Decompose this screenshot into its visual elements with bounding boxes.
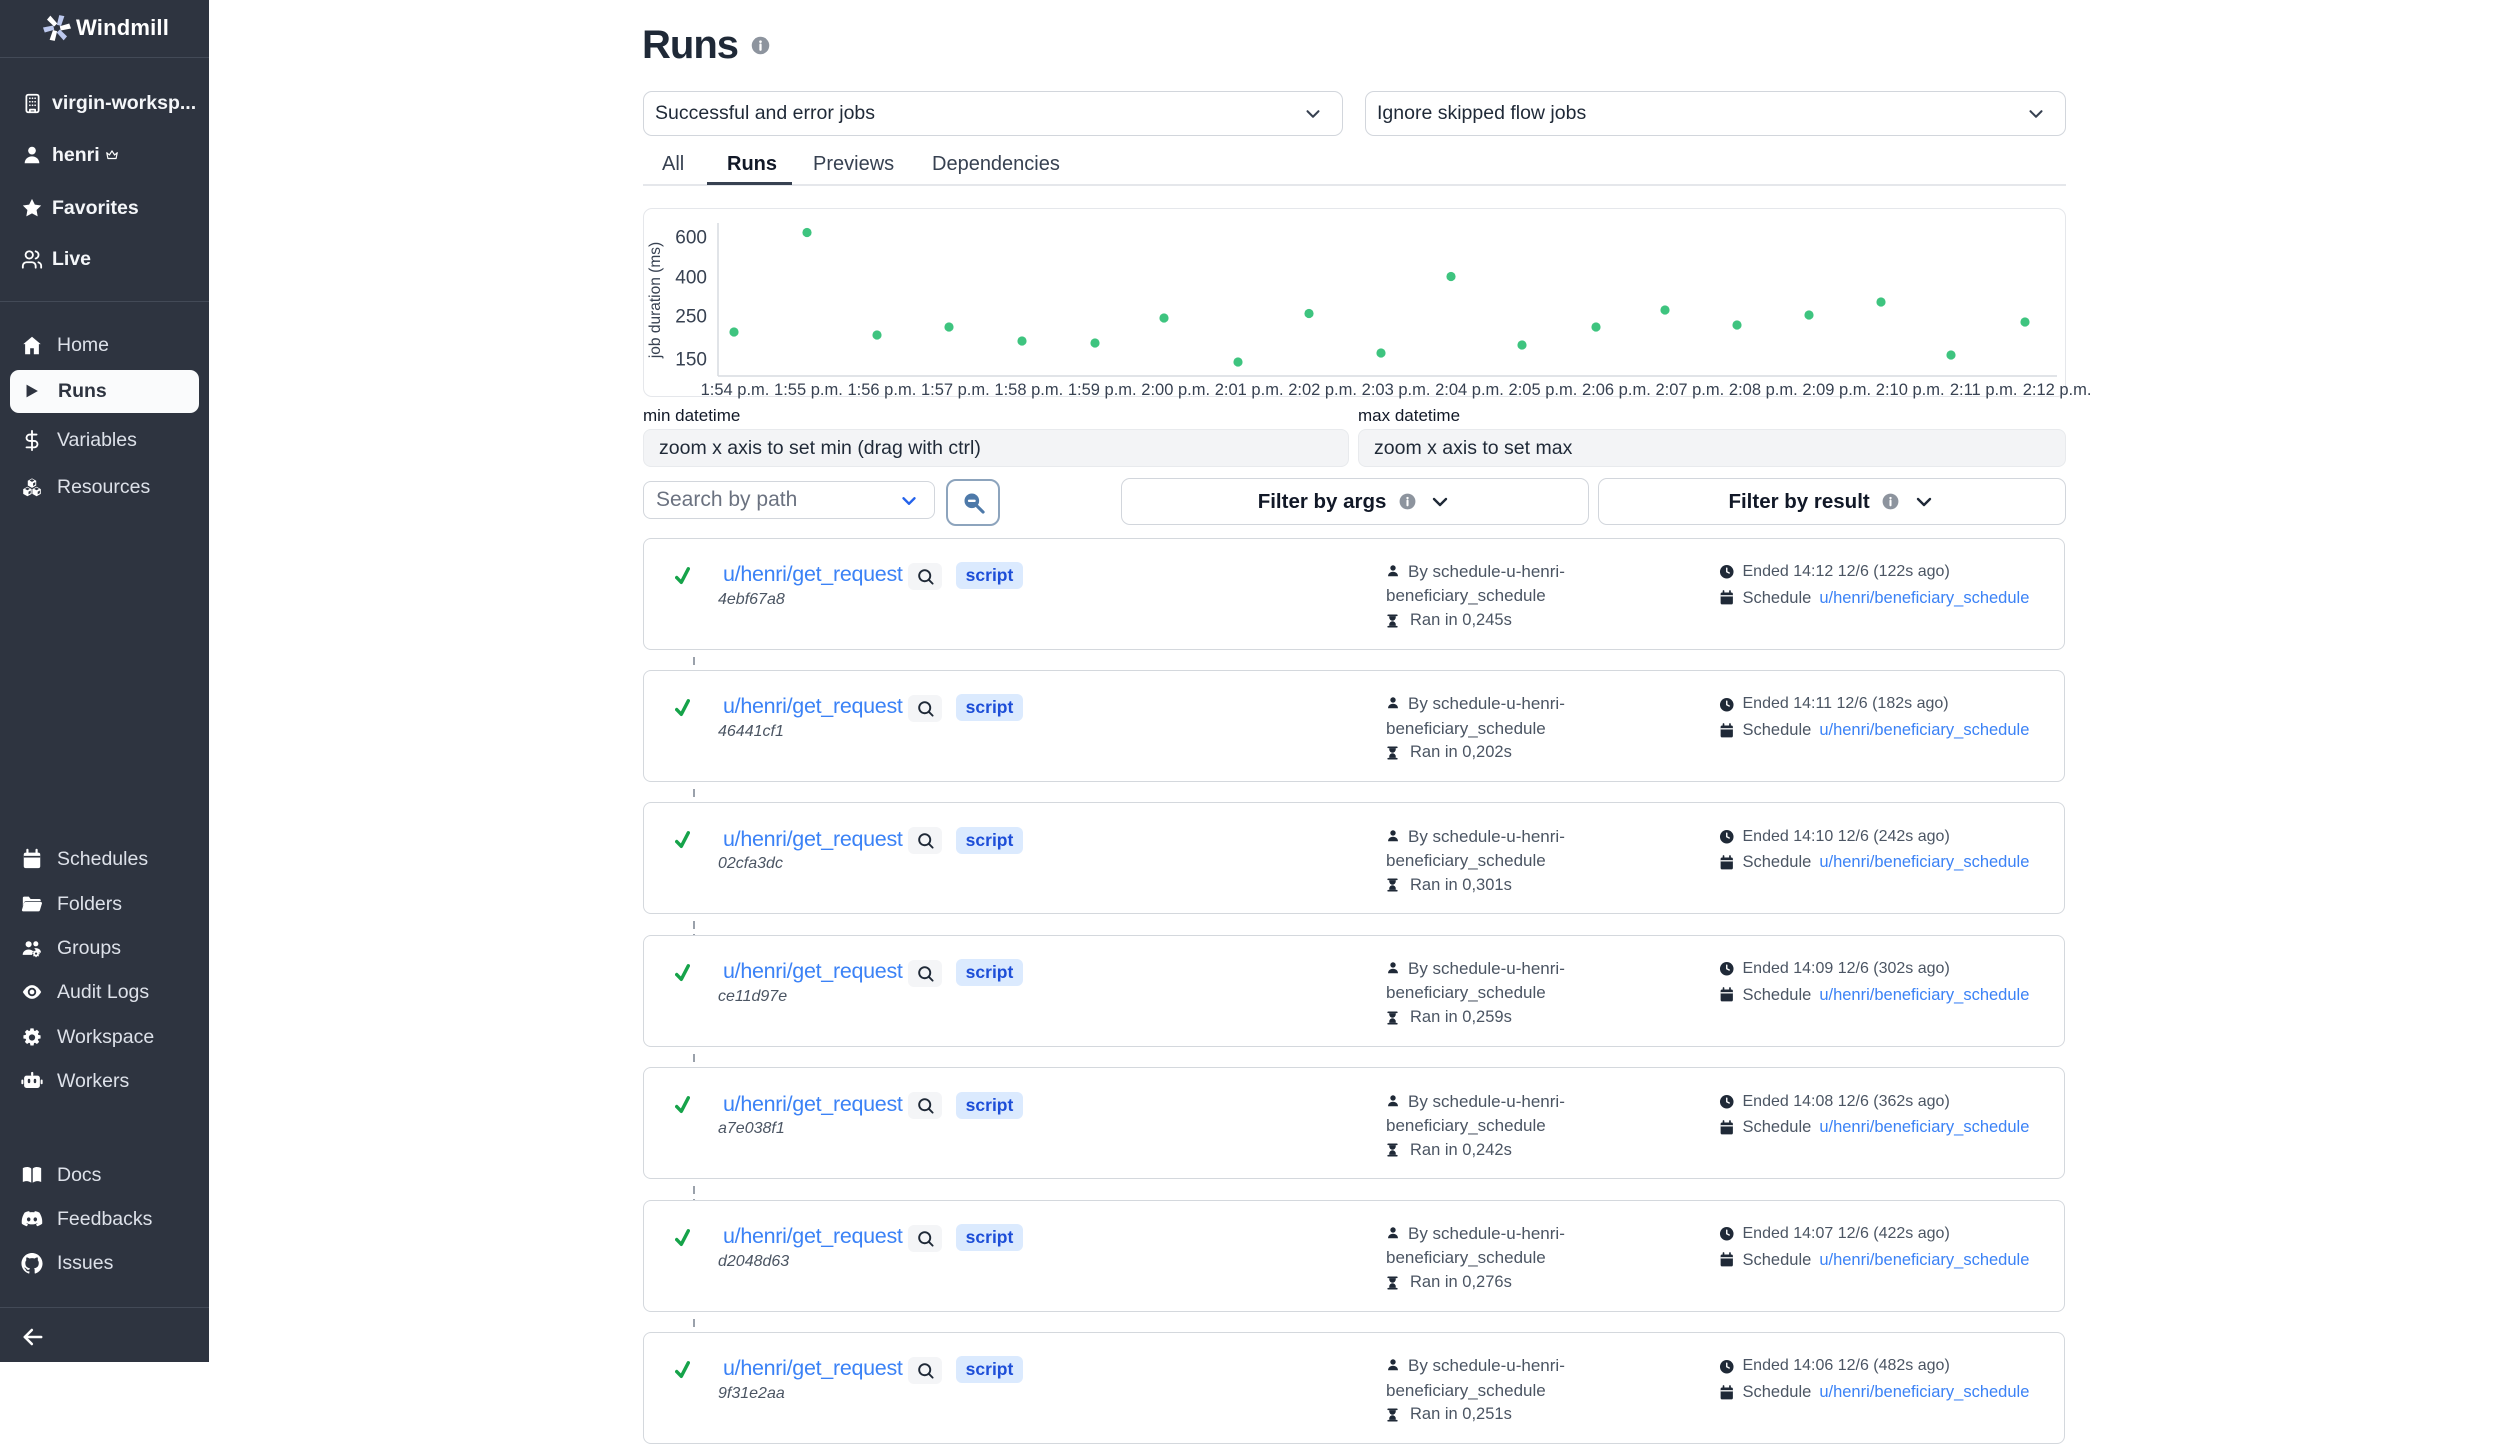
svg-text:250: 250	[675, 307, 707, 328]
svg-text:400: 400	[675, 268, 707, 289]
svg-text:600: 600	[675, 228, 707, 249]
svg-text:job duration (ms): job duration (ms)	[647, 242, 664, 359]
svg-text:150: 150	[675, 350, 707, 371]
